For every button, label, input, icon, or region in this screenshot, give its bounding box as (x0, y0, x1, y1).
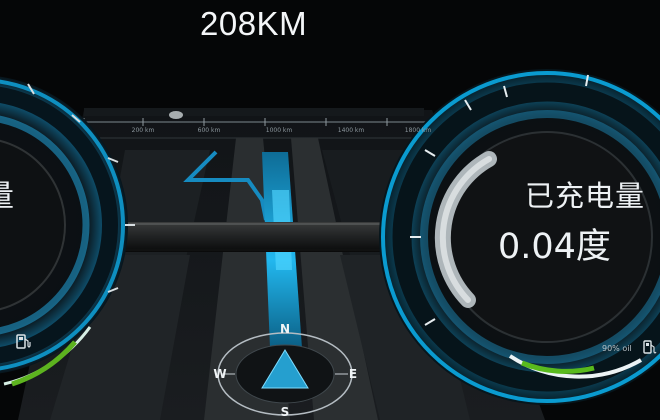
charged-energy-label: 已充电量 (525, 179, 646, 213)
charged-energy-value: 0.04度 (498, 227, 611, 267)
oil-readout: 90% oil (602, 344, 632, 353)
fuel-pump-icon (14, 333, 34, 351)
compass-east: E (348, 367, 358, 381)
compass-south: S (280, 405, 290, 419)
scale-label: 1800 km (404, 127, 432, 134)
scale-label: 1400 km (337, 127, 365, 134)
compass-west: W (213, 367, 227, 381)
compass-north: N (279, 322, 291, 336)
left-gauge-label: 量 (0, 177, 14, 217)
range-readout: 208KM (200, 5, 308, 42)
fuel-pump-icon (642, 339, 658, 357)
scale-label: 1000 km (265, 127, 293, 134)
compass (217, 332, 353, 416)
scale-label: 600 km (197, 127, 221, 134)
scale-label: 200 km (131, 127, 155, 134)
